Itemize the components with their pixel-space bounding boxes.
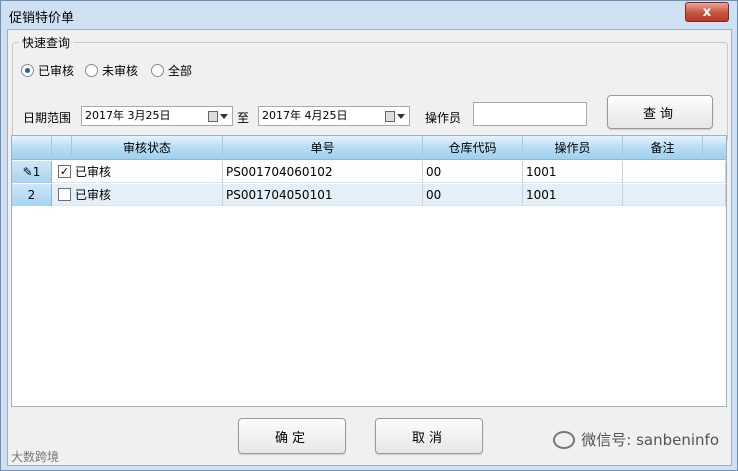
radio-approved-label: 已审核 [38,64,75,78]
corner-logo: 大数跨境 [11,450,60,464]
cell-warehouse[interactable]: 00 [423,184,523,206]
grid-header: 审核状态 单号 仓库代码 操作员 备注 [12,136,726,160]
cell-order-no[interactable]: PS001704050101 [223,184,423,206]
ok-button[interactable]: 确定 [238,418,346,454]
cell-status[interactable]: 已审核 [72,184,223,206]
radio-unselected-icon [151,64,164,77]
operator-input[interactable] [473,102,587,126]
radio-approved[interactable]: 已审核 [21,62,74,79]
cell-note[interactable] [623,184,726,206]
date-to-dropdown[interactable] [385,109,407,123]
header-order-no[interactable]: 单号 [223,136,423,160]
dialog-body: 快速查询 已审核 未审核 全部 日期范围 2017年 3月25日 至 2017年… [7,29,732,466]
chevron-down-icon [220,113,228,119]
close-button[interactable]: x [685,2,729,22]
row-number: 2 [12,184,52,206]
calendar-icon [385,110,395,122]
date-range-label: 日期范围 [23,111,72,125]
cell-status[interactable]: 已审核 [72,161,223,183]
dialog-window: 促销特价单 x 快速查询 已审核 未审核 全部 日期范围 2017年 3月25日 [0,0,738,471]
radio-unapproved-label: 未审核 [102,64,139,78]
quick-query-group: 快速查询 已审核 未审核 全部 日期范围 2017年 3月25日 至 2017年… [12,34,728,142]
cell-warehouse[interactable]: 00 [423,161,523,183]
cell-order-no[interactable]: PS001704060102 [223,161,423,183]
calendar-icon [208,110,218,122]
cell-note[interactable] [623,161,726,183]
radio-all[interactable]: 全部 [151,62,192,79]
row-checkbox[interactable] [58,188,71,201]
header-warehouse[interactable]: 仓库代码 [423,136,523,160]
header-check [52,136,72,160]
header-operator[interactable]: 操作员 [523,136,623,160]
date-from-dropdown[interactable] [208,109,230,123]
wechat-icon [553,430,576,449]
watermark-text: 微信号: sanbeninfo [581,431,719,449]
date-from-picker[interactable]: 2017年 3月25日 [81,106,233,126]
row-number: ✎1 [12,161,52,183]
table-row[interactable]: 2 已审核 PS001704050101 00 1001 [12,184,726,206]
header-note[interactable]: 备注 [623,136,703,160]
table-row[interactable]: ✎1 ✓ 已审核 PS001704060102 00 1001 [12,161,726,183]
chevron-down-icon [397,113,405,119]
to-label: 至 [237,111,250,125]
date-from-value: 2017年 3月25日 [85,109,171,122]
cell-operator[interactable]: 1001 [523,161,623,183]
header-status[interactable]: 审核状态 [72,136,223,160]
row-checkbox[interactable]: ✓ [58,165,71,178]
watermark: 微信号: sanbeninfo [553,429,719,450]
radio-unselected-icon [85,64,98,77]
operator-label: 操作员 [425,111,462,125]
header-rownum [12,136,52,160]
quick-query-legend: 快速查询 [19,34,74,51]
window-title: 促销特价单 [9,11,75,26]
cell-operator[interactable]: 1001 [523,184,623,206]
date-to-value: 2017年 4月25日 [262,109,348,122]
radio-unapproved[interactable]: 未审核 [85,62,138,79]
query-button[interactable]: 查询 [607,95,713,129]
radio-selected-icon [21,64,34,77]
date-to-picker[interactable]: 2017年 4月25日 [258,106,410,126]
cancel-button[interactable]: 取消 [375,418,483,454]
edit-pencil-icon: ✎ [22,165,33,179]
close-icon: x [702,4,712,20]
title-bar[interactable]: 促销特价单 x [1,1,737,29]
results-grid: 审核状态 单号 仓库代码 操作员 备注 ✎1 ✓ 已审核 PS001704060… [11,135,727,407]
radio-all-label: 全部 [168,64,193,78]
